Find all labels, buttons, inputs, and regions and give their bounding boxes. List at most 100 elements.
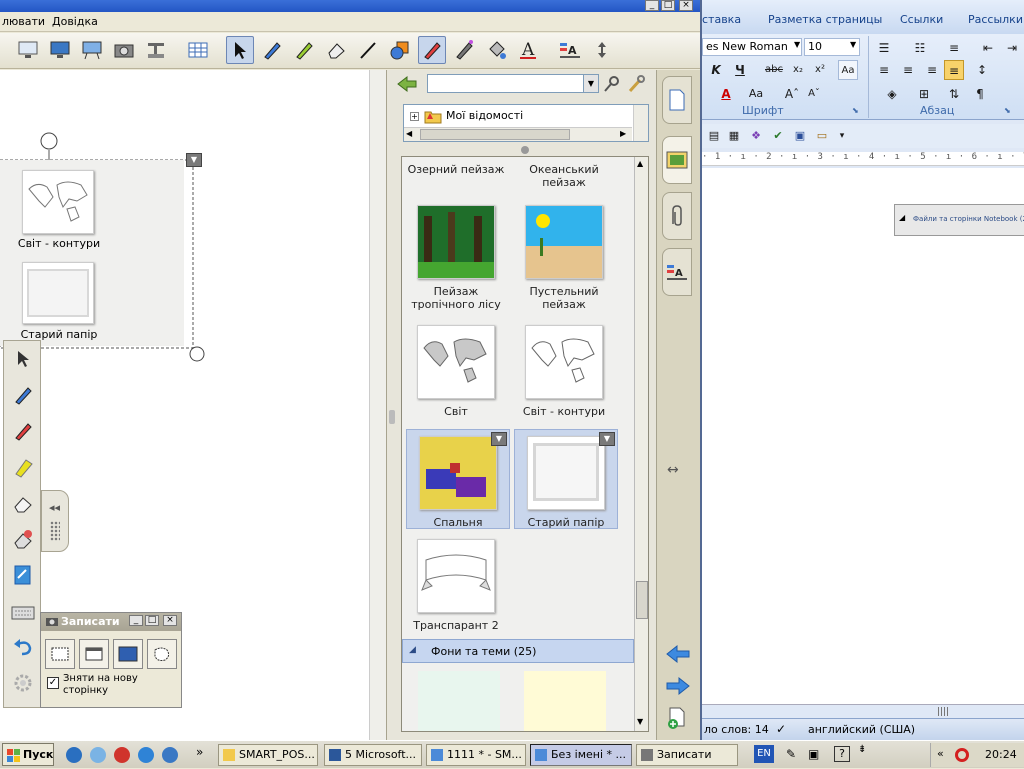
collapse-arrow-icon[interactable]: ◂◂ xyxy=(49,501,60,514)
scroll-down-arrow[interactable]: ▼ xyxy=(637,717,643,726)
multilevel-list-icon[interactable]: ≡ xyxy=(944,38,964,58)
show-formatting-icon[interactable]: ¶ xyxy=(970,84,990,104)
recorder-maximize[interactable]: □ xyxy=(145,615,159,626)
gallery-scrollbar[interactable]: ▲ ▼ xyxy=(634,157,648,731)
tray-icon-pen[interactable]: ✎ xyxy=(786,747,796,761)
text-icon[interactable]: A xyxy=(514,36,542,64)
scroll-right-arrow[interactable]: ▶ xyxy=(620,129,630,139)
background-thumb[interactable] xyxy=(418,671,500,731)
move-toolbar-icon[interactable] xyxy=(588,36,616,64)
font-name-dropdown[interactable]: ▼ xyxy=(794,40,800,49)
spelling-icon[interactable]: ✔ xyxy=(768,126,788,146)
tray-icon-display[interactable]: ▣ xyxy=(808,747,819,761)
search-input[interactable] xyxy=(427,74,599,93)
media-player-icon[interactable] xyxy=(162,747,178,763)
search-icon[interactable] xyxy=(603,75,621,93)
dialog-launcher-icon[interactable]: ⬊ xyxy=(852,106,859,115)
quicklaunch-icon[interactable] xyxy=(114,747,130,763)
scroll-thumb[interactable] xyxy=(420,129,570,140)
customize-quick-access-icon[interactable]: ▾ xyxy=(832,126,852,146)
search-dropdown-arrow[interactable]: ▼ xyxy=(583,75,598,92)
undo-icon[interactable] xyxy=(9,633,37,661)
gallery-item-selected[interactable]: ▼ Спальня xyxy=(406,429,510,529)
tools-icon[interactable] xyxy=(627,75,645,93)
numbering-icon[interactable]: ☷ xyxy=(910,38,930,58)
item-menu-arrow[interactable]: ▼ xyxy=(491,432,507,446)
pen-icon[interactable] xyxy=(258,36,286,64)
magic-eraser-icon[interactable] xyxy=(9,525,37,553)
superscript-icon[interactable]: x² xyxy=(810,60,830,80)
wand-pen-icon[interactable] xyxy=(450,36,478,64)
start-button[interactable]: Пуск xyxy=(2,743,54,766)
task-button[interactable]: 5 Microsoft... xyxy=(324,744,422,766)
tab-mailings[interactable]: Рассылки xyxy=(968,13,1023,26)
select-arrow-icon[interactable] xyxy=(9,345,37,373)
task-button[interactable]: Записати xyxy=(636,744,738,766)
collapse-icon[interactable]: ◢ xyxy=(409,645,416,655)
paste-icon[interactable]: ▦ xyxy=(724,126,744,146)
add-page-icon[interactable] xyxy=(667,706,689,733)
gallery-item[interactable]: Транспарант 2 xyxy=(404,539,508,632)
strikethrough-icon[interactable]: abc xyxy=(764,60,784,80)
resize-arrows-icon[interactable]: ↔ xyxy=(667,462,679,478)
sort-icon[interactable]: ⇅ xyxy=(944,84,964,104)
minimize-button[interactable]: _ xyxy=(645,0,659,11)
new-page-checkbox[interactable]: ✓ xyxy=(47,677,59,689)
screen-shade-icon[interactable] xyxy=(14,36,42,64)
tray-icon-misc[interactable]: ⇟ xyxy=(858,744,866,755)
splitter-dot[interactable] xyxy=(521,146,529,154)
clock[interactable]: 20:24 xyxy=(985,748,1017,761)
maximize-button[interactable]: □ xyxy=(661,0,675,11)
item-menu-arrow[interactable]: ▼ xyxy=(599,432,615,446)
gallery-item[interactable]: Світ xyxy=(404,325,508,418)
close-button[interactable]: × xyxy=(679,0,693,11)
magic-pen-icon[interactable] xyxy=(418,36,446,64)
open-icon[interactable]: ▭ xyxy=(812,126,832,146)
keyboard-icon[interactable] xyxy=(9,599,37,627)
bullets-icon[interactable]: ☰ xyxy=(874,38,894,58)
pen-red-icon[interactable] xyxy=(9,417,37,445)
creative-pen-icon[interactable] xyxy=(290,36,318,64)
recorder-minimize[interactable]: _ xyxy=(129,615,143,626)
prev-page-arrow-icon[interactable] xyxy=(665,644,691,667)
gallery-item-selected[interactable]: ▼ Старий папір xyxy=(514,429,618,529)
subscript-icon[interactable]: x₂ xyxy=(788,60,808,80)
page-sorter-icon[interactable] xyxy=(662,76,692,124)
gallery-item[interactable]: Світ - контури xyxy=(512,325,616,418)
format-icon[interactable]: ❖ xyxy=(746,126,766,146)
tree-v-scrollbar[interactable] xyxy=(633,105,648,141)
align-left-icon[interactable]: ≡ xyxy=(874,60,894,80)
pane-resize-handle[interactable] xyxy=(389,410,395,424)
gallery-item[interactable]: Пейзаж тропічного лісу xyxy=(404,205,508,311)
recorder-close[interactable]: × xyxy=(163,615,177,626)
monitor-icon[interactable] xyxy=(46,36,74,64)
old-paper-thumb[interactable] xyxy=(22,262,94,324)
scroll-grip[interactable] xyxy=(938,707,950,716)
fullscreen-capture-icon[interactable] xyxy=(113,639,143,669)
scroll-left-arrow[interactable]: ◀ xyxy=(406,129,416,139)
italic-icon[interactable]: K xyxy=(706,60,726,80)
font-name-select[interactable]: es New Roman xyxy=(702,38,802,56)
area-capture-icon[interactable] xyxy=(45,639,75,669)
world-outline-thumb[interactable] xyxy=(22,170,94,234)
language-status[interactable]: английский (США) xyxy=(808,723,915,736)
highlighter-icon[interactable] xyxy=(9,453,37,481)
back-arrow-icon[interactable] xyxy=(395,75,419,93)
gallery-item[interactable]: Озерний пейзаж xyxy=(404,163,508,176)
item-menu-arrow[interactable]: ▼ xyxy=(186,153,202,167)
opera-icon[interactable] xyxy=(955,748,969,762)
proofing-icon[interactable]: ✓ xyxy=(776,722,786,736)
fill-icon[interactable] xyxy=(482,36,510,64)
font-size-dropdown[interactable]: ▼ xyxy=(850,40,856,49)
document-area[interactable]: ◢ Файли та сторінки Notebook (25 xyxy=(702,168,1024,704)
tree-h-scrollbar[interactable]: ◀ ▶ xyxy=(404,127,632,141)
attachments-icon[interactable] xyxy=(662,192,692,240)
document-camera-icon[interactable] xyxy=(142,36,170,64)
scroll-thumb[interactable] xyxy=(636,581,648,619)
gallery-item[interactable]: Океанський пейзаж xyxy=(512,163,616,189)
task-button[interactable]: SMART_POS... xyxy=(218,744,318,766)
word-count[interactable]: ло слов: 14 xyxy=(704,723,769,736)
properties-tab-icon[interactable]: A xyxy=(662,248,692,296)
align-center-icon[interactable]: ≡ xyxy=(898,60,918,80)
menu-item-help[interactable]: Довідка xyxy=(52,15,98,28)
